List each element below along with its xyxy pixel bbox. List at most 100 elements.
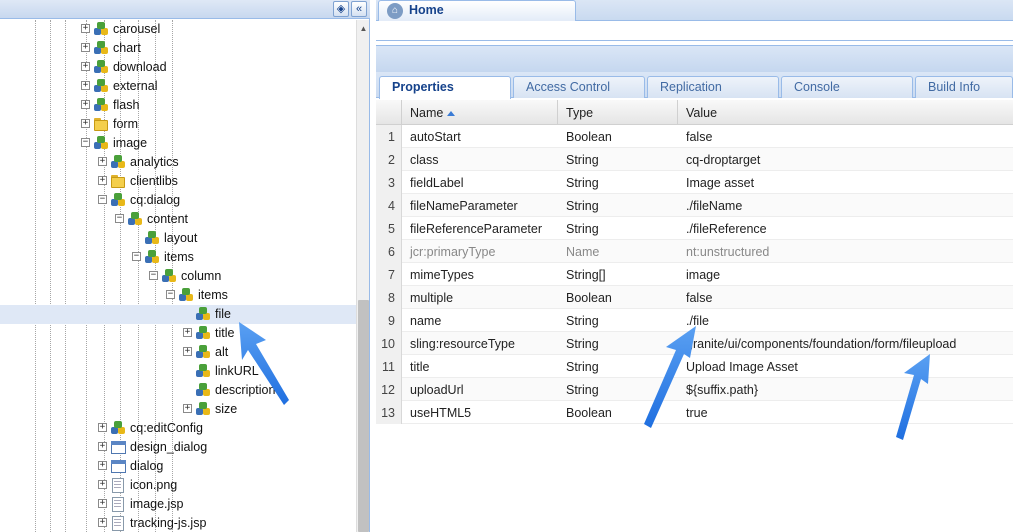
- expand-icon[interactable]: +: [98, 423, 107, 432]
- tree-node-chart[interactable]: + chart: [0, 39, 356, 58]
- node-icon: [161, 268, 177, 284]
- tree-node-flash[interactable]: + flash: [0, 96, 356, 115]
- tree-node-content[interactable]: − content: [0, 210, 356, 229]
- tree-node-description[interactable]: description: [0, 381, 356, 400]
- column-header-name[interactable]: Name: [402, 100, 558, 125]
- tree-node-dialog[interactable]: + dialog: [0, 457, 356, 476]
- expand-icon[interactable]: +: [81, 62, 90, 71]
- tree-node-size[interactable]: + size: [0, 400, 356, 419]
- tab-replication[interactable]: Replication: [647, 76, 779, 98]
- collapse-icon[interactable]: −: [166, 290, 175, 299]
- table-row[interactable]: 13 useHTML5 Boolean true: [376, 401, 1013, 424]
- table-row[interactable]: 10 sling:resourceType String granite/ui/com…: [376, 332, 1013, 355]
- table-row[interactable]: 5 fileReferenceParameter String ./fileRefer…: [376, 217, 1013, 240]
- tree-node-analytics[interactable]: + analytics: [0, 153, 356, 172]
- expand-icon[interactable]: +: [98, 480, 107, 489]
- tree-node-design-dialog[interactable]: + design_dialog: [0, 438, 356, 457]
- tree-node-external[interactable]: + external: [0, 77, 356, 96]
- tree-node-cq-editconfig[interactable]: + cq:editConfig: [0, 419, 356, 438]
- expand-icon[interactable]: +: [98, 518, 107, 527]
- expand-icon[interactable]: +: [98, 176, 107, 185]
- scroll-up-arrow-icon[interactable]: ▲: [357, 24, 370, 34]
- expand-icon[interactable]: +: [81, 119, 90, 128]
- property-type-cell: String: [566, 314, 599, 328]
- tree-node-label: size: [215, 402, 238, 416]
- tree-node-image[interactable]: − image: [0, 134, 356, 153]
- expand-icon[interactable]: +: [81, 43, 90, 52]
- tree-node-layout[interactable]: layout: [0, 229, 356, 248]
- tree-node-label: content: [147, 212, 189, 226]
- scroll-thumb[interactable]: [358, 300, 369, 532]
- expand-icon[interactable]: +: [98, 461, 107, 470]
- table-row[interactable]: 2 class String cq-droptarget: [376, 148, 1013, 171]
- table-row[interactable]: 8 multiple Boolean false: [376, 286, 1013, 309]
- tree-node-items[interactable]: − items: [0, 286, 356, 305]
- property-name-cell: fieldLabel: [410, 176, 464, 190]
- expand-icon[interactable]: +: [81, 100, 90, 109]
- tree-node-label: cq:editConfig: [130, 421, 203, 435]
- expand-icon[interactable]: +: [183, 328, 192, 337]
- tree-node-clientlibs[interactable]: + clientlibs: [0, 172, 356, 191]
- column-header-type[interactable]: Type: [558, 100, 678, 125]
- node-icon: [110, 420, 126, 436]
- table-row[interactable]: 1 autoStart Boolean false: [376, 125, 1013, 148]
- property-value-cell: ./fileName: [686, 199, 743, 213]
- tree-node-carousel[interactable]: + carousel: [0, 20, 356, 39]
- collapse-icon[interactable]: −: [132, 252, 141, 261]
- tree-node-title[interactable]: + title: [0, 324, 356, 343]
- tree-node-download[interactable]: + download: [0, 58, 356, 77]
- sort-ascending-icon: [447, 111, 456, 116]
- tree-node-label: download: [113, 60, 167, 74]
- tree-node-alt[interactable]: + alt: [0, 343, 356, 362]
- binoculars-icon[interactable]: ◈: [333, 1, 349, 17]
- row-number-cell: 9: [376, 309, 402, 332]
- expand-icon[interactable]: +: [98, 499, 107, 508]
- table-row[interactable]: 3 fieldLabel String Image asset: [376, 171, 1013, 194]
- tree-node-items[interactable]: − items: [0, 248, 356, 267]
- expand-icon[interactable]: +: [81, 24, 90, 33]
- tree-node-cq-dialog[interactable]: − cq:dialog: [0, 191, 356, 210]
- property-name-cell: fileReferenceParameter: [410, 222, 543, 236]
- column-header-value-label: Value: [686, 106, 718, 120]
- tree-node-label: tracking-js.jsp: [130, 516, 207, 530]
- file-icon: [110, 515, 126, 531]
- property-type-cell: String: [566, 383, 599, 397]
- collapse-icon[interactable]: −: [98, 195, 107, 204]
- tab-build-info[interactable]: Build Info: [915, 76, 1013, 98]
- table-row[interactable]: 6 jcr:primaryType Name nt:unstructured: [376, 240, 1013, 263]
- tab-properties[interactable]: Properties: [379, 76, 511, 99]
- dialog-icon: [110, 439, 126, 455]
- tab-access-control[interactable]: Access Control: [513, 76, 645, 98]
- tree-node-linkurl[interactable]: linkURL: [0, 362, 356, 381]
- tree-node-label: items: [164, 250, 194, 264]
- collapse-icon[interactable]: −: [81, 138, 90, 147]
- tree-node-label: linkURL: [215, 364, 259, 378]
- tree-node-tracking-js-jsp[interactable]: + tracking-js.jsp: [0, 514, 356, 532]
- property-type-cell: String: [566, 176, 599, 190]
- collapse-icon[interactable]: −: [149, 271, 158, 280]
- expand-icon[interactable]: +: [183, 404, 192, 413]
- table-row[interactable]: 9 name String ./file: [376, 309, 1013, 332]
- tab-home[interactable]: ⌂ Home: [378, 0, 576, 21]
- table-row[interactable]: 4 fileNameParameter String ./fileName: [376, 194, 1013, 217]
- expand-icon[interactable]: +: [81, 81, 90, 90]
- property-name-cell: fileNameParameter: [410, 199, 518, 213]
- tree-node-file[interactable]: file: [0, 305, 356, 324]
- table-row[interactable]: 11 title String Upload Image Asset: [376, 355, 1013, 378]
- tree-scrollbar[interactable]: ▲: [356, 20, 369, 532]
- expand-icon[interactable]: +: [98, 442, 107, 451]
- property-type-cell: String: [566, 199, 599, 213]
- row-number-cell: 5: [376, 217, 402, 240]
- tree-node-column[interactable]: − column: [0, 267, 356, 286]
- expand-icon[interactable]: +: [183, 347, 192, 356]
- collapse-panel-icon[interactable]: «: [351, 1, 367, 17]
- collapse-icon[interactable]: −: [115, 214, 124, 223]
- tree-node-form[interactable]: + form: [0, 115, 356, 134]
- tree-node-image-jsp[interactable]: + image.jsp: [0, 495, 356, 514]
- table-row[interactable]: 12 uploadUrl String ${suffix.path}: [376, 378, 1013, 401]
- tab-console[interactable]: Console: [781, 76, 913, 98]
- expand-icon[interactable]: +: [98, 157, 107, 166]
- column-header-value[interactable]: Value: [678, 100, 1013, 125]
- tree-node-icon-png[interactable]: + icon.png: [0, 476, 356, 495]
- table-row[interactable]: 7 mimeTypes String[] image: [376, 263, 1013, 286]
